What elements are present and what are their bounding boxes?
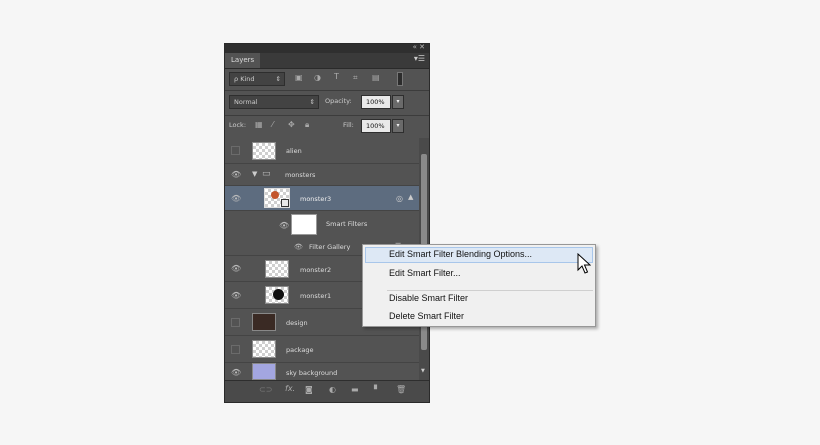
filter-row: ρ Kind ⇕ ▣ ◑ T ⌗ ▤ [225,71,429,87]
pixel-filter-icon[interactable]: ▣ [295,73,303,82]
adjustment-icon[interactable]: ◐ [329,385,336,394]
lock-label: Lock: [229,121,247,129]
visibility-toggle[interactable] [231,146,240,155]
mouse-cursor-icon [577,253,591,274]
eye-icon[interactable]: 👁︎ [279,221,289,230]
layer-thumbnail [252,363,276,380]
menu-icon[interactable]: ▾☰ [414,54,425,63]
filter-toggle-switch[interactable] [397,72,403,86]
kind-filter-label: ρ Kind [234,75,255,83]
layer-thumbnail [252,142,276,160]
smart-filter-icon[interactable]: ◎ [396,194,403,203]
chevron-down-icon: ⇕ [309,98,315,106]
eye-icon[interactable]: 👁︎ [231,264,241,274]
smart-object-icon [281,199,289,207]
layer-thumbnail [265,260,289,278]
visibility-toggle[interactable] [231,318,240,327]
expand-arrow-icon[interactable]: ▼ [252,170,257,178]
menu-item-disable-smart-filter[interactable]: Disable Smart Filter [389,293,468,303]
adjustment-filter-icon[interactable]: ◑ [314,73,321,82]
eye-icon[interactable]: 👁︎ [231,170,241,180]
divider [225,115,429,116]
menu-separator [387,290,593,291]
lock-paint-icon[interactable]: ⁄ [272,120,273,129]
chevron-down-icon: ⇕ [275,75,281,83]
opacity-dropdown-button[interactable]: ▾ [392,95,404,109]
divider [225,90,429,91]
eye-icon[interactable]: 👁︎ [231,368,241,378]
eye-icon[interactable]: 👁︎ [231,291,241,301]
smart-filters-row[interactable]: 👁︎ Smart Filters [225,211,419,239]
lock-transparent-icon[interactable]: ▦ [255,120,263,129]
blend-row: Normal ⇕ Opacity: 100% ▾ [225,95,429,111]
monster-image [271,191,279,199]
fill-field[interactable]: 100% [361,119,391,133]
panel-tab-bar: Layers ▾☰ [225,53,429,69]
blend-mode-value: Normal [234,98,258,106]
layer-thumbnail [264,188,290,208]
layer-name: alien [286,147,302,155]
layer-name: sky background [286,369,338,377]
type-filter-icon[interactable]: T [334,72,339,81]
context-menu: Edit Smart Filter Blending Options... Ed… [362,244,596,327]
link-icon[interactable]: ⊂⊃ [259,385,272,394]
eye-icon[interactable]: 👁︎ [294,243,303,251]
folder-icon: ▭ [262,169,271,179]
layer-thumbnail [252,313,276,331]
panel-title-strip: « ✕ [225,43,429,53]
tab-layers[interactable]: Layers [225,53,261,68]
layer-row[interactable]: 👁︎ sky background [225,363,419,380]
layer-row[interactable]: alien [225,138,419,164]
layer-name: monsters [285,171,316,179]
new-layer-icon[interactable]: ▘ [374,385,380,394]
layer-thumbnail [252,340,276,358]
layers-footer: ⊂⊃ fx. ◙ ◐ ▬ ▘ 🗑︎ [225,380,429,402]
fill-dropdown-button[interactable]: ▾ [392,119,404,133]
layer-name: monster2 [300,266,332,274]
lock-row: Lock: ▦ ⁄ ✥ 🔒︎ Fill: 100% ▾ [225,119,429,135]
folder-icon[interactable]: ▬ [351,385,359,394]
blend-mode-dropdown[interactable]: Normal ⇕ [229,95,319,109]
layer-row-selected[interactable]: 👁︎ monster3 ◎ ▲ [225,186,419,211]
menu-item-edit-smart-filter[interactable]: Edit Smart Filter... [389,268,461,278]
window-controls[interactable]: « ✕ [413,43,425,51]
smart-object-filter-icon[interactable]: ▤ [372,73,380,82]
layer-name: Smart Filters [326,220,368,228]
eye-icon[interactable]: 👁︎ [231,194,241,204]
fill-label: Fill: [343,121,354,129]
layer-row[interactable]: package [225,336,419,363]
layer-name: monster1 [300,292,332,300]
mask-icon[interactable]: ◙ [305,385,313,394]
kind-filter-dropdown[interactable]: ρ Kind ⇕ [229,72,285,86]
lock-position-icon[interactable]: ✥ [288,120,295,129]
layer-group-row[interactable]: 👁︎ ▼ ▭ monsters [225,164,419,186]
filter-mask-thumbnail[interactable] [291,214,317,235]
collapse-arrow-icon[interactable]: ▲ [408,193,413,201]
opacity-field[interactable]: 100% [361,95,391,109]
scroll-down-icon[interactable]: ▼ [421,368,425,374]
layer-name: design [286,319,308,327]
trash-icon[interactable]: 🗑︎ [396,385,406,394]
menu-item-delete-smart-filter[interactable]: Delete Smart Filter [389,311,464,321]
monster-image [273,289,284,300]
visibility-toggle[interactable] [231,345,240,354]
layer-name: Filter Gallery [309,243,351,251]
shape-filter-icon[interactable]: ⌗ [353,73,358,83]
opacity-label: Opacity: [325,97,352,105]
lock-all-icon[interactable]: 🔒︎ [305,120,309,130]
menu-item-edit-blending-options[interactable]: Edit Smart Filter Blending Options... [389,249,532,259]
layer-name: monster3 [300,195,332,203]
fx-icon[interactable]: fx. [285,384,295,393]
layer-thumbnail [265,286,289,304]
layer-name: package [286,346,314,354]
